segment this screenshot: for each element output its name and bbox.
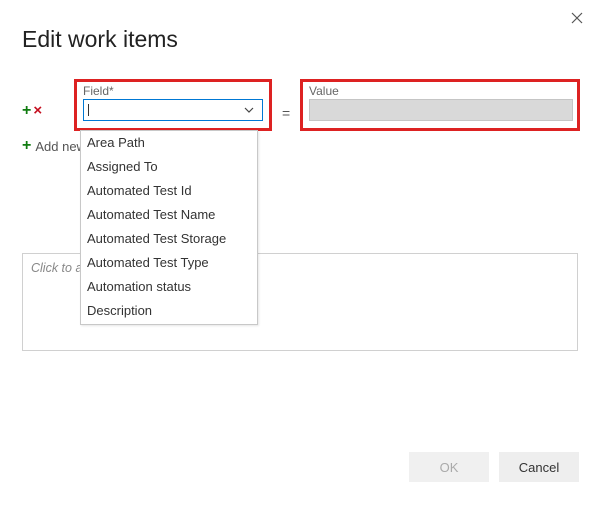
dropdown-option[interactable]: Area Path: [81, 131, 241, 155]
clause-row: + × Field* = Value: [22, 79, 579, 135]
dropdown-option[interactable]: Automated Test Name: [81, 203, 241, 227]
plus-icon: +: [22, 138, 31, 154]
scrollbar-thumb[interactable]: [240, 324, 257, 325]
edit-work-items-dialog: Edit work items + × Field* = Value + Add…: [0, 0, 601, 516]
dropdown-option[interactable]: Automation status: [81, 275, 241, 299]
dropdown-option[interactable]: Automated Test Type: [81, 251, 241, 275]
field-highlight: Field*: [74, 79, 272, 131]
value-input[interactable]: [309, 99, 573, 121]
equals-label: =: [282, 105, 290, 121]
dialog-buttons: OK Cancel: [409, 452, 579, 482]
value-label: Value: [309, 84, 571, 98]
dropdown-scrollbar[interactable]: [240, 324, 257, 325]
ok-button[interactable]: OK: [409, 452, 489, 482]
field-label: Field*: [83, 84, 263, 98]
remove-clause-icon[interactable]: ×: [33, 103, 42, 119]
add-clause-icon[interactable]: +: [22, 103, 31, 119]
dialog-title: Edit work items: [22, 26, 579, 53]
cancel-button[interactable]: Cancel: [499, 452, 579, 482]
close-icon[interactable]: [567, 10, 587, 30]
dropdown-option[interactable]: Automated Test Storage: [81, 227, 241, 251]
dropdown-option[interactable]: Assigned To: [81, 155, 241, 179]
field-combobox[interactable]: [83, 99, 263, 121]
dropdown-option[interactable]: Automated Test Id: [81, 179, 241, 203]
text-cursor: [88, 104, 89, 116]
field-dropdown[interactable]: Area Path Assigned To Automated Test Id …: [80, 130, 258, 325]
value-highlight: Value: [300, 79, 580, 131]
dropdown-option[interactable]: Description: [81, 299, 241, 323]
chevron-down-icon[interactable]: [244, 107, 258, 113]
